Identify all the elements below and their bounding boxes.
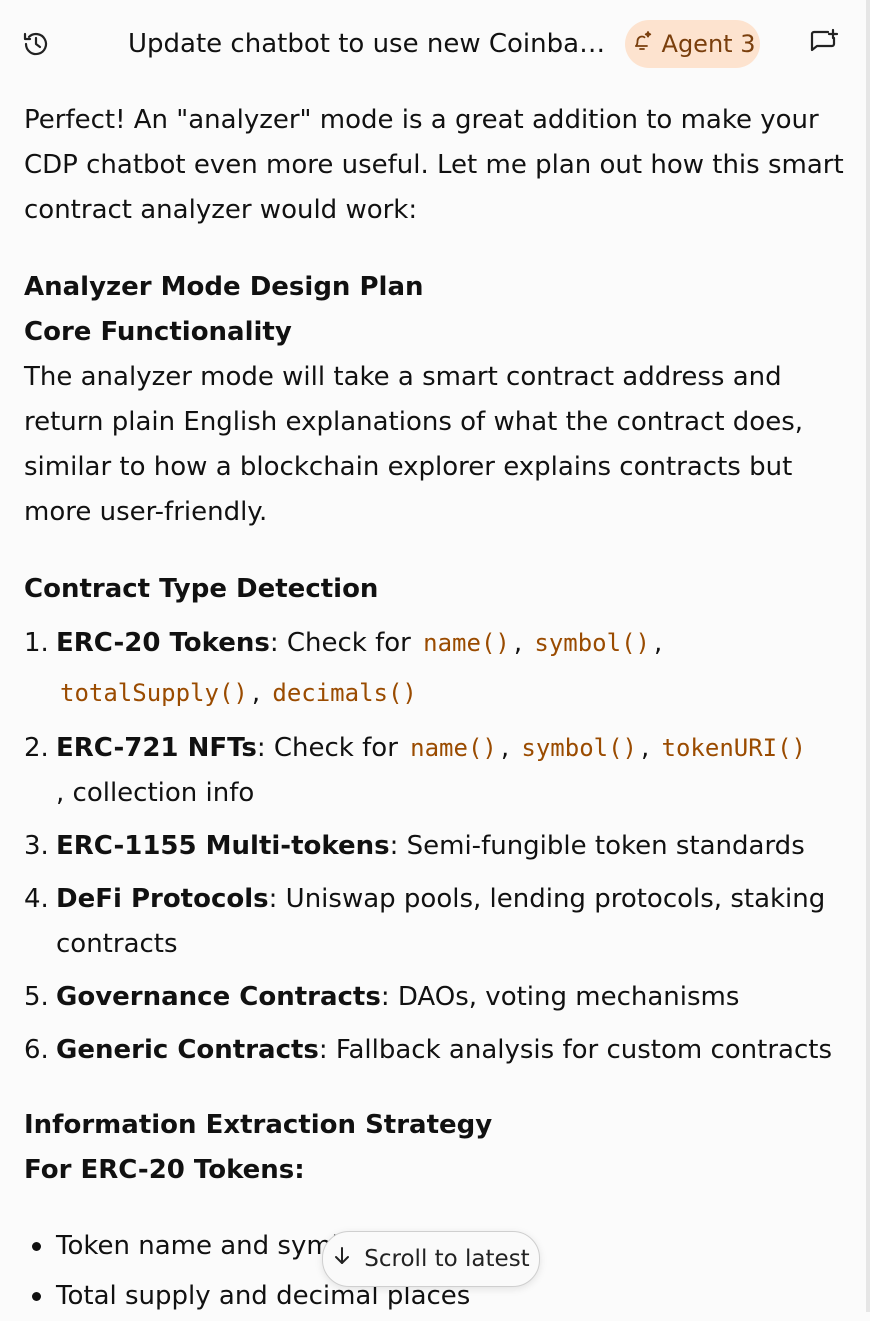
list-item: 2. ERC-721 NFTs: Check for name(), symbo… — [24, 733, 807, 808]
intro-text: Perfect! An "analyzer" mode is a great a… — [24, 105, 844, 225]
detection-list: 1. ERC-20 Tokens: Check for name(), symb… — [24, 618, 844, 1073]
core-body-text: The analyzer mode will take a smart cont… — [24, 362, 804, 527]
list-item: 4. DeFi Protocols: Uniswap pools, lendin… — [24, 884, 826, 959]
message-content: Perfect! An "analyzer" mode is a great a… — [24, 98, 844, 1321]
section-title-design-plan: Analyzer Mode Design Plan — [24, 272, 424, 302]
list-item: 1. ERC-20 Tokens: Check for name(), symb… — [24, 628, 663, 708]
section-title-detection: Contract Type Detection — [24, 574, 379, 604]
list-item: 6. Generic Contracts: Fallback analysis … — [24, 1035, 833, 1065]
section-subtitle-core: Core Functionality — [24, 317, 292, 347]
scrollbar-track[interactable] — [866, 0, 870, 1312]
scroll-to-latest-button[interactable]: Scroll to latest — [322, 1231, 540, 1287]
list-item: 5. Governance Contracts: DAOs, voting me… — [24, 982, 740, 1012]
list-item: 3. ERC-1155 Multi-tokens: Semi-fungible … — [24, 831, 805, 861]
chat-title: Update chatbot to use new Coinbase... — [128, 29, 618, 59]
chat-header: Update chatbot to use new Coinbase... Ag… — [0, 0, 866, 90]
history-icon[interactable] — [20, 28, 52, 60]
scroll-button-label: Scroll to latest — [364, 1246, 530, 1272]
agent-label: Agent 3 — [661, 30, 756, 58]
section-subtitle-erc20: For ERC-20 Tokens: — [24, 1155, 305, 1185]
new-chat-icon[interactable] — [808, 28, 840, 60]
agent-badge[interactable]: Agent 3 — [625, 20, 760, 68]
bell-sparkle-icon — [630, 29, 654, 59]
section-title-extraction: Information Extraction Strategy — [24, 1110, 493, 1140]
arrow-down-icon — [332, 1245, 352, 1273]
